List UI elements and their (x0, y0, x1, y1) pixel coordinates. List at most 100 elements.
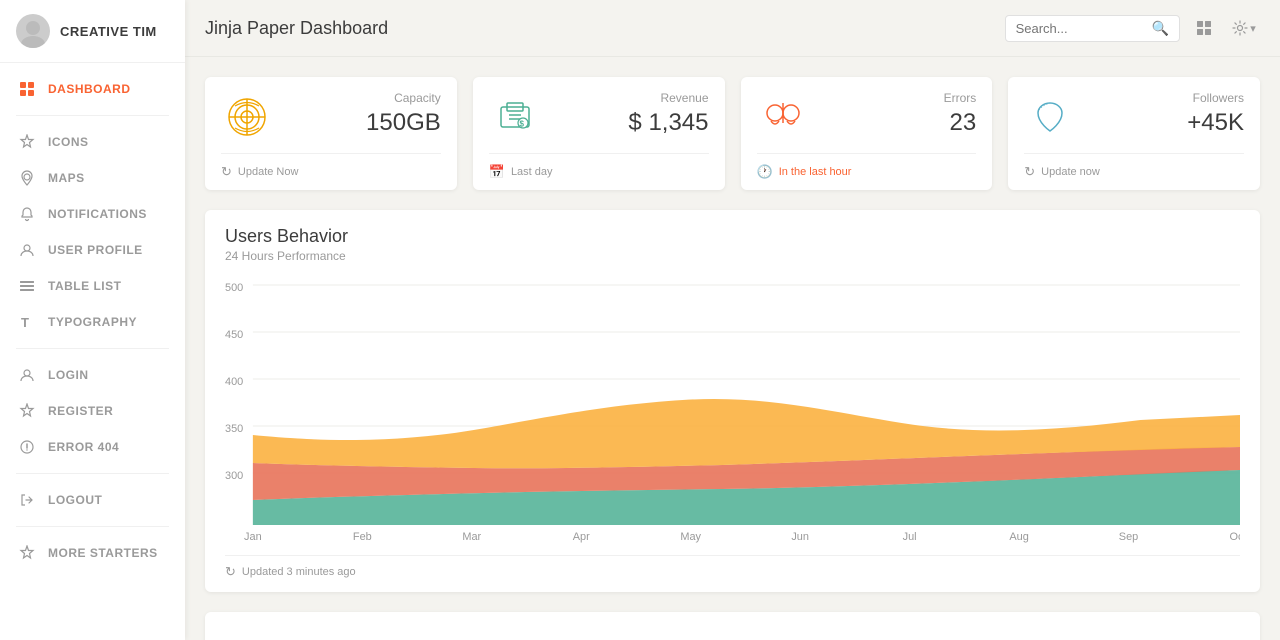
sidebar-item-error404[interactable]: ERROR 404 (0, 429, 185, 465)
divider (757, 153, 977, 154)
revenue-value: $ 1,345 (628, 109, 708, 137)
sidebar-item-label: USER PROFILE (48, 243, 143, 257)
typography-icon: T (16, 314, 38, 330)
errors-label: Errors (944, 91, 977, 105)
register-icon (16, 403, 38, 419)
divider (1024, 153, 1244, 154)
page-body: Capacity 150GB ↻ Update Now (185, 57, 1280, 640)
sidebar-brand: CREATIVE TIM (0, 0, 185, 63)
dashboard-icon (16, 81, 38, 97)
capacity-label: Capacity (366, 91, 441, 105)
stat-card-capacity: Capacity 150GB ↻ Update Now (205, 77, 457, 190)
svg-text:T: T (21, 315, 29, 330)
sidebar-divider3 (16, 473, 169, 474)
header: Jinja Paper Dashboard 🔍 ▾ (185, 0, 1280, 57)
logout-icon (16, 492, 38, 508)
calendar-icon: 📅 (489, 164, 505, 180)
sidebar-item-label: TYPOGRAPHY (48, 315, 137, 329)
errors-footer-text: In the last hour (779, 166, 852, 178)
revenue-icon: $ (489, 91, 541, 143)
svg-text:500: 500 (225, 282, 243, 294)
svg-text:May: May (680, 531, 701, 543)
sidebar-item-label: DASHBOARD (48, 82, 131, 96)
revenue-footer: 📅 Last day (489, 164, 709, 180)
search-box[interactable]: 🔍 (1005, 15, 1180, 42)
search-icon: 🔍 (1152, 20, 1169, 37)
errors-icon (757, 91, 809, 143)
refresh-icon: ↻ (221, 164, 232, 180)
errors-value: 23 (944, 109, 977, 137)
sidebar-item-more-starters[interactable]: MORE STARTERS (0, 535, 185, 571)
sidebar-item-logout[interactable]: LOGOUT (0, 482, 185, 518)
header-right: 🔍 ▾ (1005, 12, 1260, 44)
svg-text:Jan: Jan (244, 531, 262, 543)
sidebar-item-login[interactable]: LOGIN (0, 357, 185, 393)
capacity-footer-text: Update Now (238, 166, 299, 178)
followers-footer: ↻ Update now (1024, 164, 1244, 180)
capacity-icon (221, 91, 273, 143)
svg-text:Oct: Oct (1229, 531, 1240, 543)
svg-text:Jun: Jun (791, 531, 809, 543)
table-list-icon (16, 278, 38, 294)
stat-cards: Capacity 150GB ↻ Update Now (205, 77, 1260, 190)
divider (221, 153, 441, 154)
main-content: Jinja Paper Dashboard 🔍 ▾ (185, 0, 1280, 640)
sidebar-item-notifications[interactable]: NOTIFICATIONS (0, 196, 185, 232)
svg-text:Mar: Mar (462, 531, 481, 543)
sidebar-divider2 (16, 348, 169, 349)
chart-footer-text: Updated 3 minutes ago (242, 566, 356, 578)
grid-icon-button[interactable] (1188, 12, 1220, 44)
bottom-card (205, 612, 1260, 640)
chart-footer: ↻ Updated 3 minutes ago (225, 564, 1240, 580)
followers-icon (1024, 91, 1076, 143)
user-profile-icon (16, 242, 38, 258)
svg-text:300: 300 (225, 470, 243, 482)
sidebar-item-label: LOGIN (48, 368, 89, 382)
sidebar-item-label: NOTIFICATIONS (48, 207, 147, 221)
followers-value: +45K (1187, 109, 1244, 137)
avatar (16, 14, 50, 48)
refresh-footer-icon: ↻ (225, 564, 236, 580)
svg-text:Feb: Feb (353, 531, 372, 543)
errors-info: Errors 23 (944, 91, 977, 137)
settings-icon-button[interactable]: ▾ (1228, 12, 1260, 44)
svg-text:400: 400 (225, 376, 243, 388)
more-starters-icon (16, 545, 38, 561)
sidebar-divider (16, 115, 169, 116)
svg-text:Jul: Jul (903, 531, 917, 543)
errors-footer: 🕐 In the last hour (757, 164, 977, 180)
svg-text:Sep: Sep (1119, 531, 1138, 543)
sidebar-item-dashboard[interactable]: DASHBOARD (0, 71, 185, 107)
revenue-footer-text: Last day (511, 166, 553, 178)
sidebar-item-table-list[interactable]: TABLE LIST (0, 268, 185, 304)
svg-text:Apr: Apr (573, 531, 590, 543)
sidebar-item-label: MAPS (48, 171, 85, 185)
sidebar-item-user-profile[interactable]: USER PROFILE (0, 232, 185, 268)
svg-text:$: $ (519, 120, 524, 129)
chart-subtitle: 24 Hours Performance (225, 249, 1240, 263)
sidebar-item-label: TABLE LIST (48, 279, 121, 293)
maps-icon (16, 170, 38, 186)
clock-icon: 🕐 (757, 164, 773, 180)
sidebar-item-maps[interactable]: MAPS (0, 160, 185, 196)
stat-card-followers: Followers +45K ↻ Update now (1008, 77, 1260, 190)
followers-info: Followers +45K (1187, 91, 1244, 137)
sidebar-item-typography[interactable]: T TYPOGRAPHY (0, 304, 185, 340)
chart-divider (225, 555, 1240, 556)
capacity-value: 150GB (366, 109, 441, 137)
sidebar-item-register[interactable]: REGISTER (0, 393, 185, 429)
sidebar-item-label: ERROR 404 (48, 440, 119, 454)
login-icon (16, 367, 38, 383)
sidebar-item-icons[interactable]: ICONS (0, 124, 185, 160)
brand-name: CREATIVE TIM (60, 24, 157, 39)
refresh-icon2: ↻ (1024, 164, 1035, 180)
sidebar: CREATIVE TIM DASHBOARD ICONS (0, 0, 185, 640)
sidebar-nav: DASHBOARD ICONS MAPS NOTIFICATIONS (0, 63, 185, 640)
divider (489, 153, 709, 154)
search-input[interactable] (1016, 21, 1146, 36)
capacity-info: Capacity 150GB (366, 91, 441, 137)
chart-title: Users Behavior (225, 226, 1240, 247)
chart-card: Users Behavior 24 Hours Performance 500 … (205, 210, 1260, 592)
sidebar-item-label: LOGOUT (48, 493, 102, 507)
followers-label: Followers (1187, 91, 1244, 105)
